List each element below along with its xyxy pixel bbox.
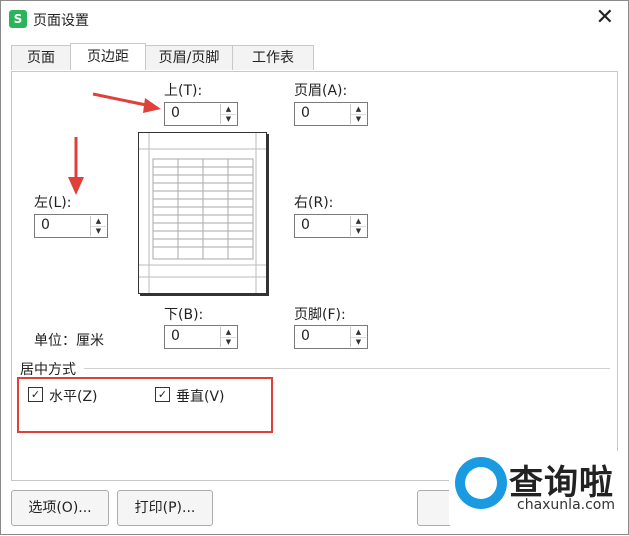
- chaxunla-watermark: 查询啦 chaxunla.com: [449, 451, 628, 531]
- arrow-to-left-margin-icon: [68, 137, 84, 195]
- arrow-to-top-margin-icon: [92, 92, 161, 113]
- watermark-url: chaxunla.com: [517, 497, 615, 513]
- page-setup-dialog: S 页面设置 ✕ 页面 页边距 页眉/页脚 工作表 上(T): 0 ▲ ▼ 页眉…: [0, 0, 629, 535]
- options-button[interactable]: 选项(O)...: [11, 490, 109, 526]
- magnifier-lens-icon: [465, 467, 497, 499]
- print-button[interactable]: 打印(P)...: [117, 490, 213, 526]
